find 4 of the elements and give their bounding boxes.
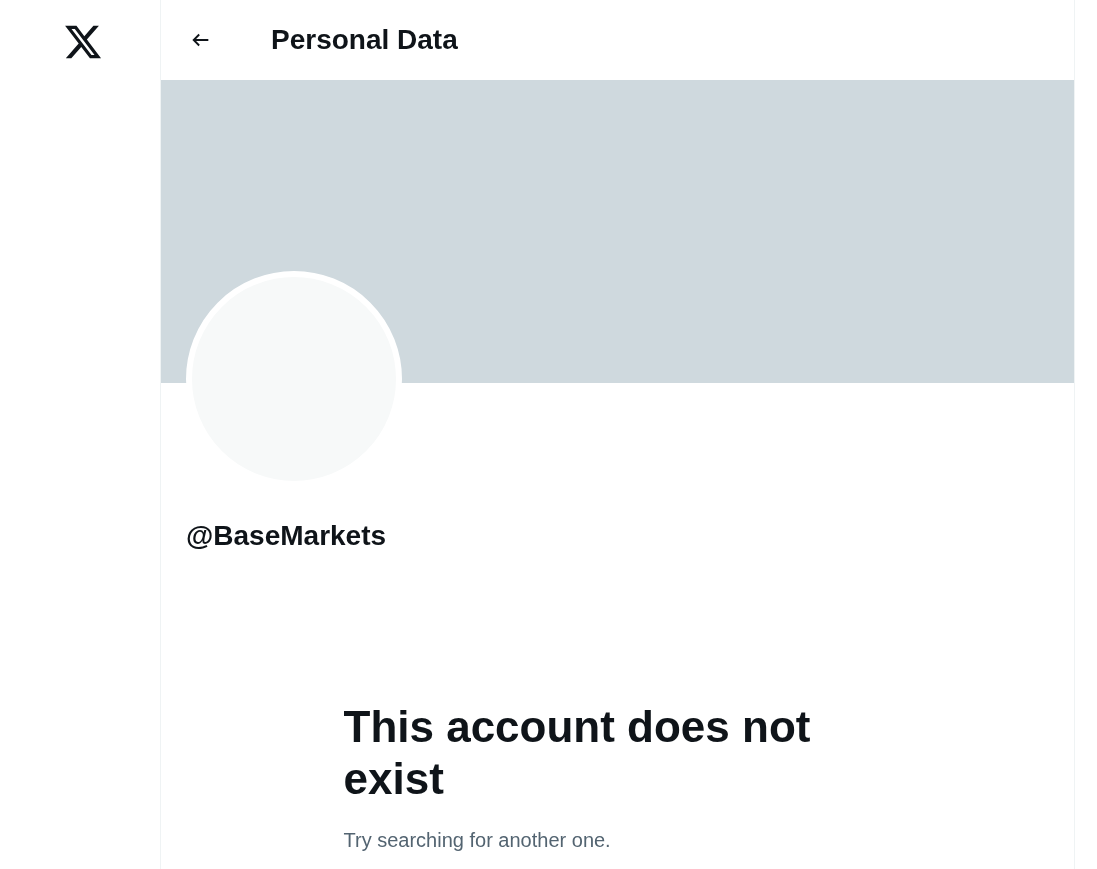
empty-state-heading: This account does not exist bbox=[343, 701, 812, 805]
profile-handle: @BaseMarkets bbox=[186, 519, 388, 553]
empty-state-message: Try searching for another one. bbox=[343, 828, 612, 853]
page-title: Personal Data bbox=[271, 23, 458, 57]
